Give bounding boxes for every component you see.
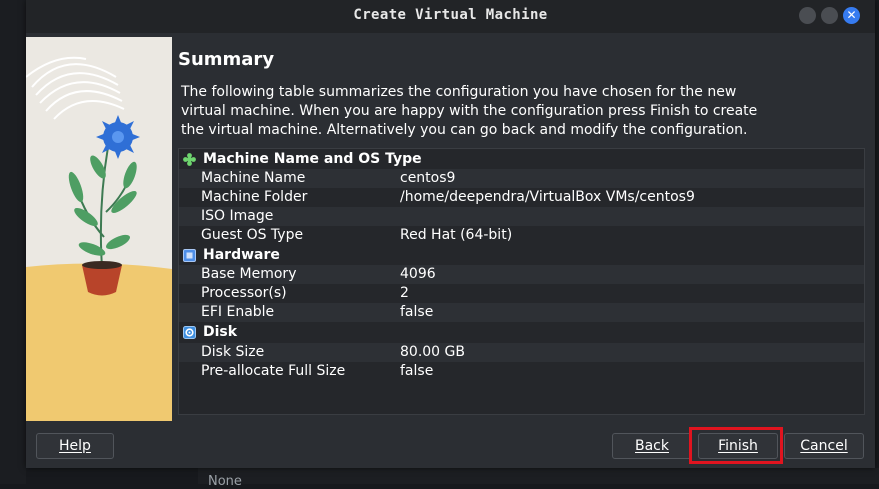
cancel-button[interactable]: Cancel <box>784 433 864 459</box>
row-value: 2 <box>400 285 409 301</box>
general-icon <box>183 153 196 166</box>
page-title: Summary <box>178 49 275 70</box>
row-value: 4096 <box>400 266 436 282</box>
disk-icon <box>183 326 196 339</box>
table-row: ISO Image <box>179 207 864 226</box>
table-row: EFI Enable false <box>179 303 864 322</box>
summary-table[interactable]: Machine Name and OS Type Machine Name ce… <box>178 148 865 415</box>
row-value: Red Hat (64-bit) <box>400 227 513 243</box>
row-key: Machine Name <box>201 170 306 186</box>
row-key: EFI Enable <box>201 304 275 320</box>
table-row: Base Memory 4096 <box>179 265 864 284</box>
close-icon: ✕ <box>846 8 857 22</box>
table-row: Guest OS Type Red Hat (64-bit) <box>179 226 864 245</box>
section-disk: Disk <box>179 323 864 342</box>
section-machine-name-os: Machine Name and OS Type <box>179 150 864 169</box>
row-key: Disk Size <box>201 344 265 360</box>
help-button[interactable]: Help <box>36 433 114 459</box>
row-value: /home/deependra/VirtualBox VMs/centos9 <box>400 189 695 205</box>
window-title: Create Virtual Machine <box>353 7 548 23</box>
wizard-illustration <box>26 37 172 421</box>
row-key: Guest OS Type <box>201 227 304 243</box>
page-description: The following table summarizes the confi… <box>181 84 758 138</box>
row-key: Processor(s) <box>201 285 287 301</box>
finish-highlight-box <box>689 427 783 464</box>
table-row: Pre-allocate Full Size false <box>179 362 864 381</box>
row-value: centos9 <box>400 170 456 186</box>
table-row: Machine Folder /home/deependra/VirtualBo… <box>179 188 864 207</box>
section-title: Disk <box>203 324 238 340</box>
chip-icon <box>183 249 196 262</box>
row-key: Base Memory <box>201 266 297 282</box>
table-row: Machine Name centos9 <box>179 169 864 188</box>
maximize-button[interactable] <box>821 7 838 24</box>
row-value: 80.00 GB <box>400 344 465 360</box>
row-key: ISO Image <box>201 208 274 224</box>
background-panel <box>0 0 26 484</box>
background-strip <box>198 468 879 484</box>
table-row: Disk Size 80.00 GB <box>179 343 864 362</box>
table-row: Processor(s) 2 <box>179 284 864 303</box>
back-button[interactable]: Back <box>612 433 692 459</box>
section-hardware: Hardware <box>179 246 864 265</box>
background-text: None <box>208 474 242 489</box>
row-value: false <box>400 304 434 320</box>
close-button[interactable]: ✕ <box>843 7 860 24</box>
section-title: Machine Name and OS Type <box>203 151 422 167</box>
row-value: false <box>400 363 434 379</box>
row-key: Pre-allocate Full Size <box>201 363 346 379</box>
title-bar[interactable]: Create Virtual Machine ✕ <box>26 0 875 33</box>
section-title: Hardware <box>203 247 280 263</box>
row-key: Machine Folder <box>201 189 308 205</box>
minimize-button[interactable] <box>799 7 816 24</box>
create-vm-dialog: Create Virtual Machine ✕ Summary The fol… <box>26 0 875 468</box>
